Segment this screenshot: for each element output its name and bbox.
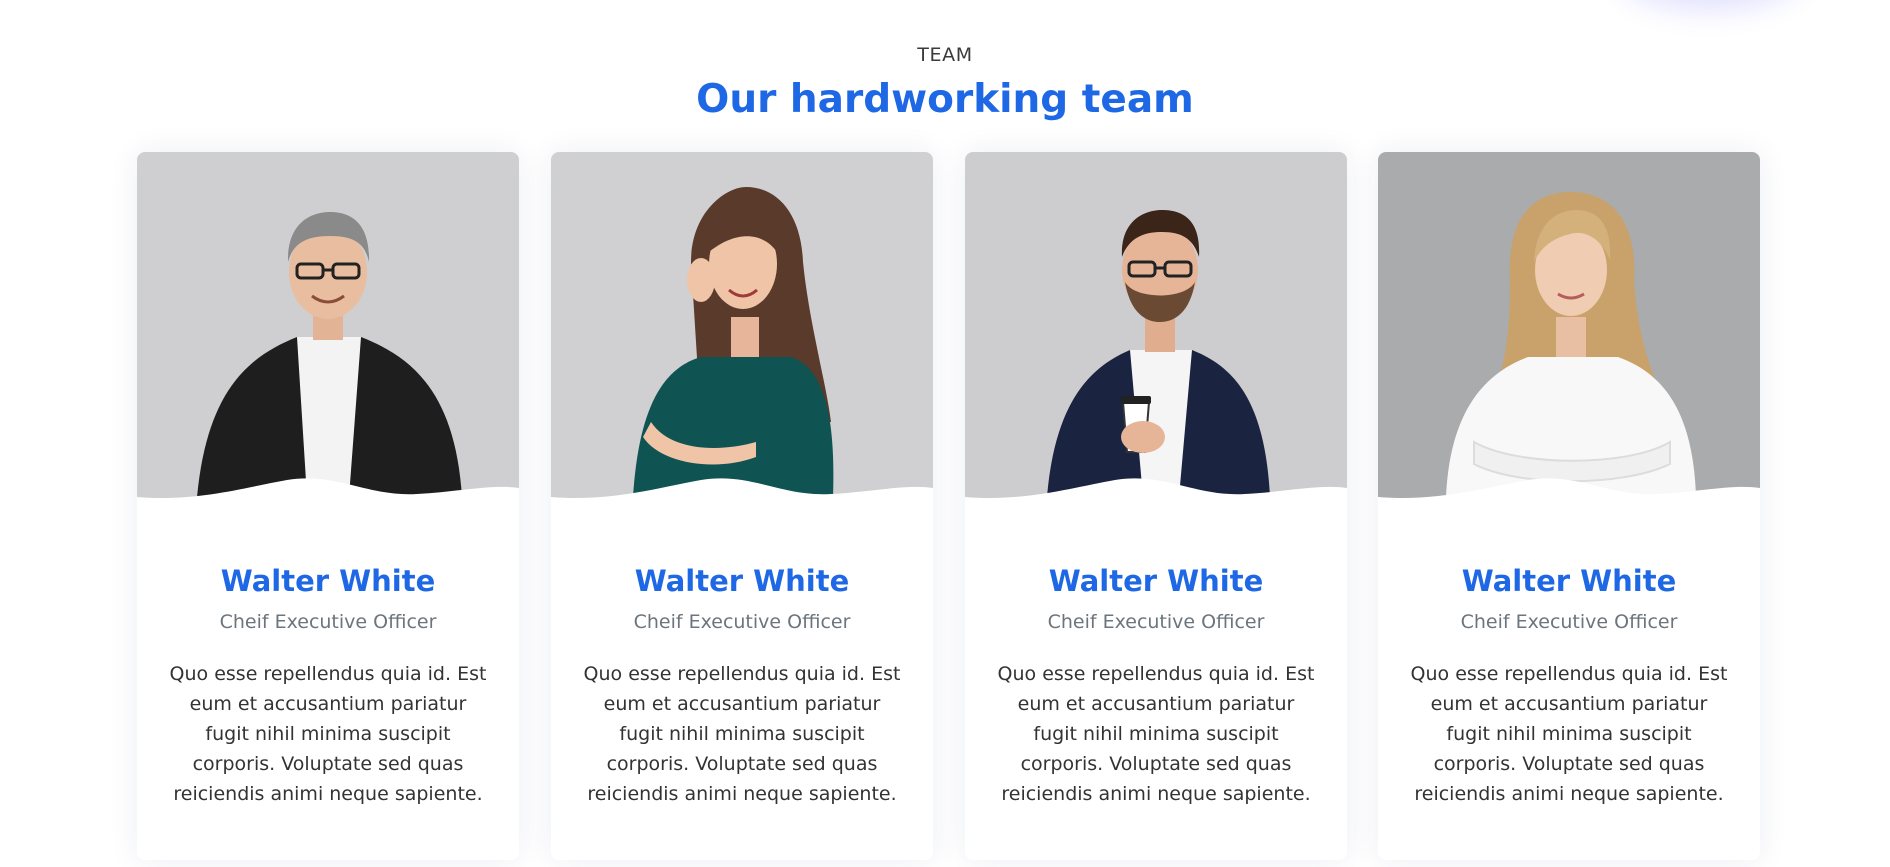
team-member-name: Walter White — [1461, 564, 1677, 598]
team-member-bio: Quo esse repellendus quia id. Est eum et… — [169, 663, 487, 805]
section-eyebrow: TEAM — [917, 44, 973, 66]
section-title: Our hardworking team — [696, 77, 1194, 122]
team-member-photo — [137, 152, 519, 535]
team-member-card: Walter White Cheif Executive Officer Quo… — [551, 152, 933, 860]
team-member-photo — [551, 152, 933, 535]
team-member-photo — [965, 152, 1347, 535]
team-member-bio: Quo esse repellendus quia id. Est eum et… — [583, 663, 901, 805]
team-member-name: Walter White — [1048, 564, 1264, 598]
team-member-card: Walter White Cheif Executive Officer Quo… — [137, 152, 519, 860]
team-member-card: Walter White Cheif Executive Officer Quo… — [1378, 152, 1760, 860]
team-member-role: Cheif Executive Officer — [633, 611, 851, 633]
team-member-name: Walter White — [220, 564, 436, 598]
team-member-name: Walter White — [634, 564, 850, 598]
team-member-bio: Quo esse repellendus quia id. Est eum et… — [1410, 663, 1728, 805]
team-member-card: Walter White Cheif Executive Officer Quo… — [965, 152, 1347, 860]
team-member-role: Cheif Executive Officer — [219, 611, 437, 633]
team-member-bio: Quo esse repellendus quia id. Est eum et… — [997, 663, 1315, 805]
decorative-glow — [1620, 0, 1800, 10]
team-member-role: Cheif Executive Officer — [1460, 611, 1678, 633]
team-member-role: Cheif Executive Officer — [1047, 611, 1265, 633]
team-member-photo — [1378, 152, 1760, 535]
